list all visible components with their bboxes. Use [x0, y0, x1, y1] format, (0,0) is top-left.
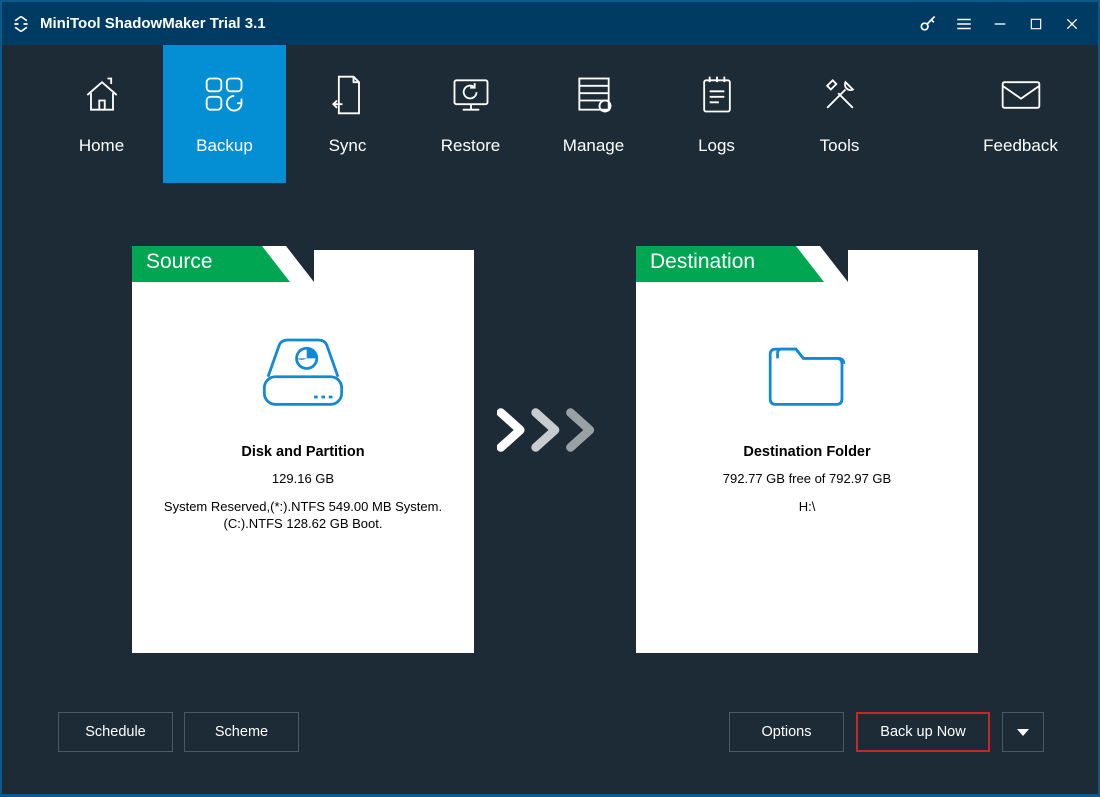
maximize-button[interactable]: [1018, 2, 1054, 45]
nav-manage-label: Manage: [563, 136, 624, 156]
content-area: Source Disk and Partition: [2, 183, 1098, 794]
window-controls: [910, 2, 1090, 45]
nav-tools[interactable]: Tools: [778, 45, 901, 183]
nav-sync[interactable]: Sync: [286, 45, 409, 183]
destination-panel-body: Destination Folder 792.77 GB free of 792…: [636, 282, 978, 653]
nav-restore-label: Restore: [441, 136, 501, 156]
disk-icon: [257, 336, 349, 412]
source-details: System Reserved,(*:).NTFS 549.00 MB Syst…: [132, 498, 474, 533]
nav-logs-label: Logs: [698, 136, 735, 156]
tools-icon: [818, 72, 862, 118]
minimize-button[interactable]: [982, 2, 1018, 45]
destination-size: 792.77 GB free of 792.97 GB: [705, 470, 909, 488]
backup-now-button[interactable]: Back up Now: [856, 712, 990, 752]
nav-backup[interactable]: Backup: [163, 45, 286, 183]
options-button[interactable]: Options: [729, 712, 844, 752]
app-title: MiniTool ShadowMaker Trial 3.1: [40, 15, 910, 32]
nav-home-label: Home: [79, 136, 124, 156]
schedule-button[interactable]: Schedule: [58, 712, 173, 752]
bottom-bar: Schedule Scheme Options Back up Now: [2, 700, 1098, 794]
source-tab-label: Source: [132, 246, 262, 282]
sync-icon: [331, 72, 365, 118]
nav-logs[interactable]: Logs: [655, 45, 778, 183]
app-logo-icon: [10, 13, 32, 35]
nav-backup-label: Backup: [196, 136, 253, 156]
menu-icon[interactable]: [946, 2, 982, 45]
source-size: 129.16 GB: [254, 470, 352, 488]
scheme-button[interactable]: Scheme: [184, 712, 299, 752]
close-button[interactable]: [1054, 2, 1090, 45]
backup-icon: [201, 72, 249, 118]
destination-tab-label: Destination: [636, 246, 796, 282]
schedule-button-label: Schedule: [85, 724, 145, 740]
nav-sync-label: Sync: [329, 136, 367, 156]
destination-panel[interactable]: Destination Destination Folder 792.77 GB…: [636, 246, 978, 653]
destination-heading: Destination Folder: [743, 444, 870, 460]
source-heading: Disk and Partition: [241, 444, 364, 460]
titlebar: MiniTool ShadowMaker Trial 3.1: [2, 2, 1098, 45]
nav-feedback[interactable]: Feedback: [959, 45, 1082, 183]
scheme-button-label: Scheme: [215, 724, 268, 740]
destination-path: H:\: [781, 498, 834, 516]
feedback-icon: [999, 72, 1043, 118]
nav-tools-label: Tools: [820, 136, 860, 156]
app-window: MiniTool ShadowMaker Trial 3.1: [1, 1, 1099, 795]
home-icon: [80, 72, 124, 118]
nav-feedback-label: Feedback: [983, 136, 1058, 156]
destination-panel-header: Destination: [636, 246, 978, 282]
nav-home[interactable]: Home: [40, 45, 163, 183]
transfer-arrows-icon: [497, 408, 613, 452]
source-panel-body: Disk and Partition 129.16 GB System Rese…: [132, 282, 474, 653]
source-panel[interactable]: Source Disk and Partition: [132, 246, 474, 653]
nav-restore[interactable]: Restore: [409, 45, 532, 183]
restore-icon: [449, 72, 493, 118]
logs-icon: [698, 72, 736, 118]
source-panel-header: Source: [132, 246, 474, 282]
manage-icon: [572, 72, 616, 118]
key-icon[interactable]: [910, 2, 946, 45]
backup-now-button-label: Back up Now: [880, 724, 965, 740]
folder-icon: [761, 336, 853, 412]
nav-manage[interactable]: Manage: [532, 45, 655, 183]
options-button-label: Options: [762, 724, 812, 740]
backup-dropdown-button[interactable]: [1002, 712, 1044, 752]
navbar: Home Backup Sync: [2, 45, 1098, 183]
